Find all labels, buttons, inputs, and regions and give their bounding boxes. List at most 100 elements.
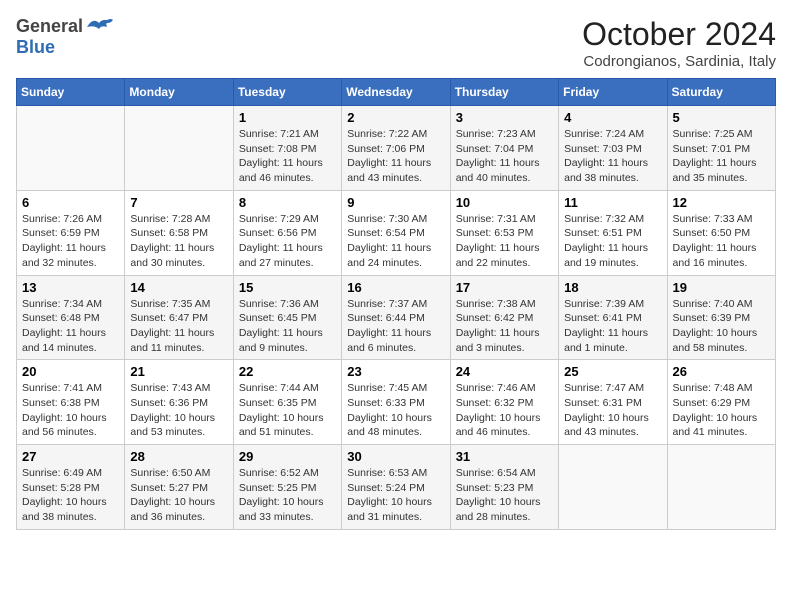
day-number: 19 (673, 280, 770, 295)
calendar-cell: 6Sunrise: 7:26 AM Sunset: 6:59 PM Daylig… (17, 190, 125, 275)
day-number: 16 (347, 280, 444, 295)
day-info: Sunrise: 6:54 AM Sunset: 5:23 PM Dayligh… (456, 466, 553, 525)
day-number: 27 (22, 449, 119, 464)
day-number: 5 (673, 110, 770, 125)
calendar-cell: 20 Sunrise: 7:41 AM Sunset: 6:38 PM Dayli… (17, 360, 125, 445)
day-number: 12 (673, 195, 770, 210)
calendar-cell (667, 445, 775, 530)
day-number: 18 (564, 280, 661, 295)
day-info: Sunrise: 7:38 AM Sunset: 6:42 PM Dayligh… (456, 297, 553, 356)
day-number: 20 (22, 364, 119, 379)
day-info: Sunrise: 7:40 AM Sunset: 6:39 PM Dayligh… (673, 297, 770, 356)
calendar-cell: 9 Sunrise: 7:30 AM Sunset: 6:54 PM Daylig… (342, 190, 450, 275)
calendar-cell: 5 Sunrise: 7:25 AM Sunset: 7:01 PM Daylig… (667, 106, 775, 191)
calendar-cell: 31Sunrise: 6:54 AM Sunset: 5:23 PM Dayli… (450, 445, 558, 530)
calendar-cell: 15 Sunrise: 7:36 AM Sunset: 6:45 PM Dayli… (233, 275, 341, 360)
day-info: Sunrise: 7:45 AM Sunset: 6:33 PM Dayligh… (347, 381, 444, 440)
day-info: Sunrise: 7:47 AM Sunset: 6:31 PM Dayligh… (564, 381, 661, 440)
title-area: October 2024 Codrongianos, Sardinia, Ita… (582, 16, 776, 70)
day-number: 29 (239, 449, 336, 464)
calendar-cell: 26 Sunrise: 7:48 AM Sunset: 6:29 PM Dayli… (667, 360, 775, 445)
day-number: 14 (130, 280, 227, 295)
calendar-table: SundayMondayTuesdayWednesdayThursdayFrid… (16, 78, 776, 530)
day-number: 24 (456, 364, 553, 379)
day-of-week-header: Saturday (667, 79, 775, 106)
day-info: Sunrise: 6:50 AM Sunset: 5:27 PM Dayligh… (130, 466, 227, 525)
calendar-cell (559, 445, 667, 530)
day-info: Sunrise: 7:28 AM Sunset: 6:58 PM Dayligh… (130, 212, 227, 271)
day-info: Sunrise: 7:29 AM Sunset: 6:56 PM Dayligh… (239, 212, 336, 271)
day-of-week-header: Thursday (450, 79, 558, 106)
day-info: Sunrise: 7:32 AM Sunset: 6:51 PM Dayligh… (564, 212, 661, 271)
day-number: 2 (347, 110, 444, 125)
calendar-cell: 22Sunrise: 7:44 AM Sunset: 6:35 PM Dayli… (233, 360, 341, 445)
day-info: Sunrise: 7:46 AM Sunset: 6:32 PM Dayligh… (456, 381, 553, 440)
day-info: Sunrise: 7:43 AM Sunset: 6:36 PM Dayligh… (130, 381, 227, 440)
calendar-cell: 24 Sunrise: 7:46 AM Sunset: 6:32 PM Dayli… (450, 360, 558, 445)
calendar-cell: 12 Sunrise: 7:33 AM Sunset: 6:50 PM Dayli… (667, 190, 775, 275)
calendar-cell: 13 Sunrise: 7:34 AM Sunset: 6:48 PM Dayli… (17, 275, 125, 360)
calendar-body: 1Sunrise: 7:21 AM Sunset: 7:08 PM Daylig… (17, 106, 776, 530)
calendar-cell: 3 Sunrise: 7:23 AM Sunset: 7:04 PM Daylig… (450, 106, 558, 191)
day-info: Sunrise: 7:24 AM Sunset: 7:03 PM Dayligh… (564, 127, 661, 186)
day-of-week-header: Friday (559, 79, 667, 106)
calendar-cell: 2 Sunrise: 7:22 AM Sunset: 7:06 PM Daylig… (342, 106, 450, 191)
day-number: 23 (347, 364, 444, 379)
day-info: Sunrise: 6:52 AM Sunset: 5:25 PM Dayligh… (239, 466, 336, 525)
day-number: 13 (22, 280, 119, 295)
day-number: 17 (456, 280, 553, 295)
calendar-cell: 23 Sunrise: 7:45 AM Sunset: 6:33 PM Dayli… (342, 360, 450, 445)
month-title: October 2024 (582, 16, 776, 53)
calendar-cell: 7Sunrise: 7:28 AM Sunset: 6:58 PM Daylig… (125, 190, 233, 275)
calendar-cell: 8 Sunrise: 7:29 AM Sunset: 6:56 PM Daylig… (233, 190, 341, 275)
day-info: Sunrise: 7:26 AM Sunset: 6:59 PM Dayligh… (22, 212, 119, 271)
calendar-week-row: 6Sunrise: 7:26 AM Sunset: 6:59 PM Daylig… (17, 190, 776, 275)
day-info: Sunrise: 7:41 AM Sunset: 6:38 PM Dayligh… (22, 381, 119, 440)
calendar-cell: 29 Sunrise: 6:52 AM Sunset: 5:25 PM Dayli… (233, 445, 341, 530)
calendar-cell: 30 Sunrise: 6:53 AM Sunset: 5:24 PM Dayli… (342, 445, 450, 530)
calendar-cell: 14Sunrise: 7:35 AM Sunset: 6:47 PM Dayli… (125, 275, 233, 360)
day-info: Sunrise: 7:21 AM Sunset: 7:08 PM Dayligh… (239, 127, 336, 186)
calendar-cell: 18 Sunrise: 7:39 AM Sunset: 6:41 PM Dayli… (559, 275, 667, 360)
calendar-cell: 21Sunrise: 7:43 AM Sunset: 6:36 PM Dayli… (125, 360, 233, 445)
calendar-week-row: 1Sunrise: 7:21 AM Sunset: 7:08 PM Daylig… (17, 106, 776, 191)
page-header: General Blue October 2024 Codrongianos, … (16, 16, 776, 70)
logo-blue: Blue (16, 37, 55, 58)
day-number: 9 (347, 195, 444, 210)
day-info: Sunrise: 7:23 AM Sunset: 7:04 PM Dayligh… (456, 127, 553, 186)
calendar-week-row: 13 Sunrise: 7:34 AM Sunset: 6:48 PM Dayli… (17, 275, 776, 360)
calendar-cell: 1Sunrise: 7:21 AM Sunset: 7:08 PM Daylig… (233, 106, 341, 191)
day-info: Sunrise: 6:49 AM Sunset: 5:28 PM Dayligh… (22, 466, 119, 525)
logo-general: General (16, 16, 83, 37)
calendar-week-row: 27 Sunrise: 6:49 AM Sunset: 5:28 PM Dayli… (17, 445, 776, 530)
day-info: Sunrise: 7:44 AM Sunset: 6:35 PM Dayligh… (239, 381, 336, 440)
day-info: Sunrise: 7:34 AM Sunset: 6:48 PM Dayligh… (22, 297, 119, 356)
day-info: Sunrise: 7:48 AM Sunset: 6:29 PM Dayligh… (673, 381, 770, 440)
day-info: Sunrise: 7:39 AM Sunset: 6:41 PM Dayligh… (564, 297, 661, 356)
day-number: 30 (347, 449, 444, 464)
day-number: 8 (239, 195, 336, 210)
day-info: Sunrise: 7:31 AM Sunset: 6:53 PM Dayligh… (456, 212, 553, 271)
calendar-cell: 25 Sunrise: 7:47 AM Sunset: 6:31 PM Dayli… (559, 360, 667, 445)
calendar-cell: 17 Sunrise: 7:38 AM Sunset: 6:42 PM Dayli… (450, 275, 558, 360)
calendar-cell: 11Sunrise: 7:32 AM Sunset: 6:51 PM Dayli… (559, 190, 667, 275)
day-info: Sunrise: 7:25 AM Sunset: 7:01 PM Dayligh… (673, 127, 770, 186)
calendar-cell: 10 Sunrise: 7:31 AM Sunset: 6:53 PM Dayli… (450, 190, 558, 275)
day-number: 26 (673, 364, 770, 379)
day-number: 25 (564, 364, 661, 379)
day-info: Sunrise: 6:53 AM Sunset: 5:24 PM Dayligh… (347, 466, 444, 525)
calendar-cell: 28Sunrise: 6:50 AM Sunset: 5:27 PM Dayli… (125, 445, 233, 530)
days-of-week-row: SundayMondayTuesdayWednesdayThursdayFrid… (17, 79, 776, 106)
day-info: Sunrise: 7:37 AM Sunset: 6:44 PM Dayligh… (347, 297, 444, 356)
day-info: Sunrise: 7:22 AM Sunset: 7:06 PM Dayligh… (347, 127, 444, 186)
day-number: 10 (456, 195, 553, 210)
day-number: 3 (456, 110, 553, 125)
day-of-week-header: Tuesday (233, 79, 341, 106)
logo: General Blue (16, 16, 113, 58)
day-number: 15 (239, 280, 336, 295)
day-info: Sunrise: 7:30 AM Sunset: 6:54 PM Dayligh… (347, 212, 444, 271)
calendar-cell (17, 106, 125, 191)
calendar-header: SundayMondayTuesdayWednesdayThursdayFrid… (17, 79, 776, 106)
day-info: Sunrise: 7:36 AM Sunset: 6:45 PM Dayligh… (239, 297, 336, 356)
day-info: Sunrise: 7:33 AM Sunset: 6:50 PM Dayligh… (673, 212, 770, 271)
